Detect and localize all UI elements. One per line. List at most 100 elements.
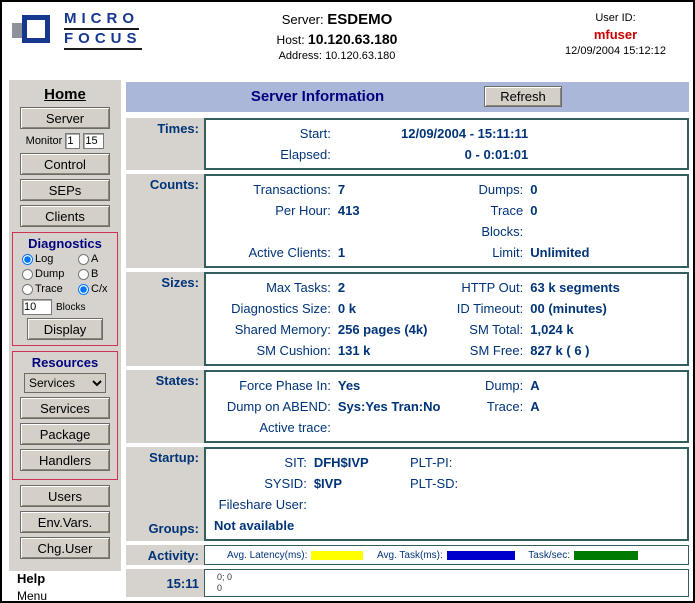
host-value: 10.120.63.180 xyxy=(308,31,398,47)
refresh-button-top[interactable]: Refresh xyxy=(484,86,562,107)
radio-cx-label: C/x xyxy=(91,283,108,295)
sm-cushion-value: 131 k xyxy=(336,340,447,361)
radio-trace-input[interactable] xyxy=(22,284,33,295)
page-title: Server Information xyxy=(126,88,509,105)
monitor-label: Monitor xyxy=(26,135,63,147)
active-clients-label: Active Clients: xyxy=(206,242,336,263)
handlers-button[interactable]: Handlers xyxy=(20,449,110,471)
monitor-count-input[interactable] xyxy=(83,133,104,149)
trace-blocks-value: 0 xyxy=(528,200,687,242)
trace-state-label: Trace: xyxy=(446,396,528,417)
radio-b-input[interactable] xyxy=(78,269,89,280)
ticker-time-label: 15:11 xyxy=(126,569,204,597)
fileshare-user-value xyxy=(312,494,408,515)
blocks-row: Blocks xyxy=(15,299,115,315)
envvars-button[interactable]: Env.Vars. xyxy=(20,511,110,533)
radio-dump-input[interactable] xyxy=(22,269,33,280)
package-button[interactable]: Package xyxy=(20,423,110,445)
shared-memory-value: 256 pages (4k) xyxy=(336,319,447,340)
sizes-panel: Max Tasks:2 HTTP Out:63 k segments Diagn… xyxy=(204,272,689,366)
clients-button[interactable]: Clients xyxy=(20,205,110,227)
plt-pi-label: PLT-PI: xyxy=(408,452,514,473)
header: MICRO FOCUS Server: ESDEMO Host: 10.120.… xyxy=(2,2,693,80)
diagnostics-size-label: Diagnostics Size: xyxy=(206,298,336,319)
monitor-interval-input[interactable] xyxy=(65,133,80,149)
transactions-value: 7 xyxy=(336,179,447,200)
services-button[interactable]: Services xyxy=(20,397,110,419)
sizes-row-label: Sizes: xyxy=(126,272,204,366)
startup-empty-label xyxy=(408,494,514,515)
monitor-row: Monitor xyxy=(9,133,121,149)
start-label: Start: xyxy=(206,123,336,144)
id-timeout-value: 00 (minutes) xyxy=(528,298,687,319)
http-out-value: 63 k segments xyxy=(528,277,687,298)
dump-on-abend-label: Dump on ABEND: xyxy=(206,396,336,417)
radio-dump-label: Dump xyxy=(35,268,64,280)
startup-empty-value xyxy=(514,494,687,515)
plt-pi-value xyxy=(514,452,687,473)
home-link[interactable]: Home xyxy=(9,86,121,103)
dumps-value: 0 xyxy=(528,179,687,200)
active-trace-label: Active trace: xyxy=(206,417,336,438)
ticker-row: 15:11 0; 0 0 xyxy=(126,569,689,597)
chguser-button[interactable]: Chg.User xyxy=(20,537,110,559)
per-hour-value: 413 xyxy=(336,200,447,242)
sidebar: Home Server Monitor Control SEPs Clients… xyxy=(9,80,121,571)
sm-free-label: SM Free: xyxy=(446,340,528,361)
shared-memory-label: Shared Memory: xyxy=(206,319,336,340)
radio-log-label: Log xyxy=(35,253,53,265)
help-label: Help xyxy=(17,571,121,586)
elapsed-label: Elapsed: xyxy=(206,144,336,165)
title-bar: Server Information Refresh xyxy=(126,82,689,112)
users-button[interactable]: Users xyxy=(20,485,110,507)
radio-a[interactable]: A xyxy=(78,253,115,265)
startup-panel: SIT:DFH$IVP PLT-PI: SYSID:$IVP PLT-SD: F… xyxy=(204,447,689,541)
server-button[interactable]: Server xyxy=(20,107,110,129)
avg-task-label: Avg. Task(ms): xyxy=(377,550,443,561)
left-rail: Home Server Monitor Control SEPs Clients… xyxy=(9,80,121,598)
resources-title: Resources xyxy=(15,355,115,370)
control-button[interactable]: Control xyxy=(20,153,110,175)
resources-select[interactable]: Services xyxy=(24,373,106,393)
sit-label: SIT: xyxy=(206,452,312,473)
ticker-panel: 0; 0 0 xyxy=(204,569,689,597)
groups-label: Groups: xyxy=(126,521,199,536)
sizes-row: Sizes: Max Tasks:2 HTTP Out:63 k segment… xyxy=(126,272,689,366)
radio-b[interactable]: B xyxy=(78,268,115,280)
blocks-input[interactable] xyxy=(22,299,52,315)
ticker-line-2: 0 xyxy=(217,583,688,594)
radio-dump[interactable]: Dump xyxy=(22,268,78,280)
radio-a-input[interactable] xyxy=(78,254,89,265)
radio-cx[interactable]: C/x xyxy=(78,283,115,295)
main-content: Server Information Refresh Times: Start:… xyxy=(126,82,689,603)
display-button[interactable]: Display xyxy=(27,318,103,340)
groups-value: Not available xyxy=(206,515,687,536)
plt-sd-value xyxy=(514,473,687,494)
sm-total-value: 1,024 k xyxy=(528,319,687,340)
user-id-value: mfuser xyxy=(548,27,683,42)
start-value: 12/09/2004 - 15:11:11 xyxy=(336,123,528,144)
radio-trace[interactable]: Trace xyxy=(22,283,78,295)
server-name: ESDEMO xyxy=(327,11,392,28)
logo-text: MICRO FOCUS xyxy=(64,10,142,50)
ticker-line-1: 0; 0 xyxy=(217,572,688,583)
radio-log[interactable]: Log xyxy=(22,253,78,265)
radio-cx-input[interactable] xyxy=(78,284,89,295)
server-identity: Server: ESDEMO Host: 10.120.63.180 Addre… xyxy=(207,11,467,62)
host-label: Host: xyxy=(277,33,305,47)
transactions-label: Transactions: xyxy=(206,179,336,200)
radio-log-input[interactable] xyxy=(22,254,33,265)
avg-task-bar xyxy=(447,551,515,560)
sysid-value: $IVP xyxy=(312,473,408,494)
menu-link[interactable]: Menu xyxy=(17,589,47,603)
seps-button[interactable]: SEPs xyxy=(20,179,110,201)
states-row-label: States: xyxy=(126,370,204,443)
activity-row-label: Activity: xyxy=(126,545,204,565)
elapsed-value: 0 - 0:01:01 xyxy=(336,144,528,165)
activity-row: Activity: Avg. Latency(ms): Avg. Task(ms… xyxy=(126,545,689,565)
sm-total-label: SM Total: xyxy=(446,319,528,340)
address-value: 10.120.63.180 xyxy=(325,50,395,62)
resources-group: Resources Services Services Package Hand… xyxy=(12,351,118,480)
activity-panel: Avg. Latency(ms): Avg. Task(ms): Task/se… xyxy=(204,545,689,565)
states-row: States: Force Phase In:Yes Dump:A Dump o… xyxy=(126,370,689,443)
